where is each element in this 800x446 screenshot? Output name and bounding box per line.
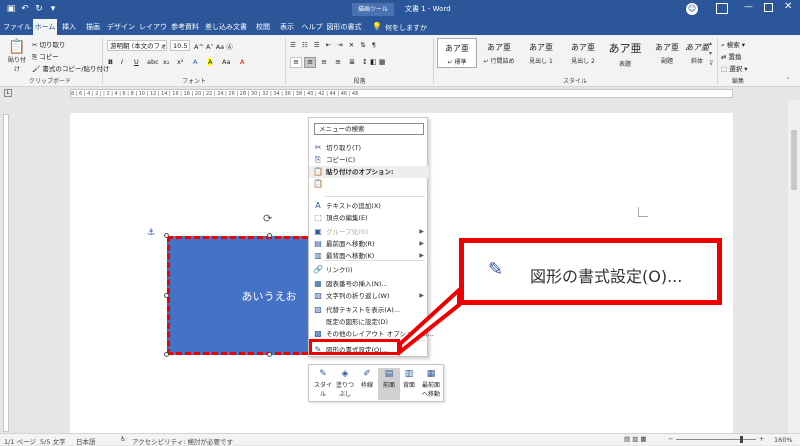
callout-pointer (398, 285, 461, 357)
format-shape-icon: ✎ (488, 259, 504, 280)
zoom-slider[interactable] (676, 439, 756, 440)
zoom-slider-thumb[interactable] (740, 436, 743, 443)
zoom-in-button[interactable]: + (759, 435, 764, 443)
view-buttons[interactable]: ▤ ▥ ▦ (624, 435, 647, 443)
zoom-level[interactable]: 160% (774, 436, 793, 444)
accessibility-icon: ♿ (120, 435, 127, 443)
zoom-out-button[interactable]: − (668, 435, 673, 443)
callout-arrow-shape (398, 285, 461, 357)
status-bar: 1/1 ページ 5/5 文字 日本語 ♿ アクセシビリティ: 検討が必要です ▤… (0, 433, 800, 446)
callout-label: 図形の書式設定(O)... (530, 267, 683, 286)
zoom-callout: ✎ 図形の書式設定(O)... (459, 238, 722, 305)
